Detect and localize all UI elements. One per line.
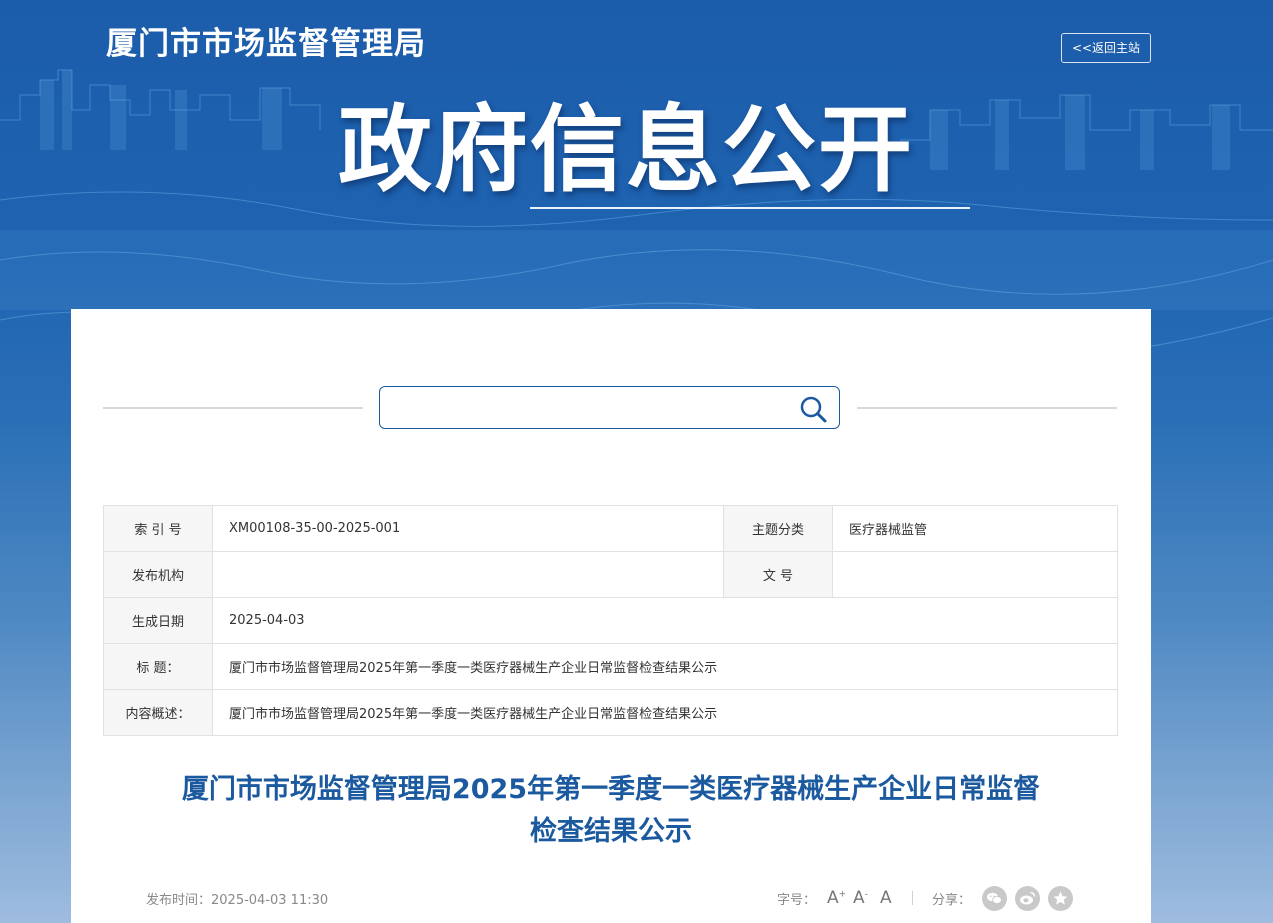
banner-underline bbox=[530, 207, 970, 209]
font-size-increase-button[interactable]: A+ bbox=[827, 888, 846, 908]
favorite-icon[interactable] bbox=[1048, 886, 1073, 911]
generated-date-label: 生成日期 bbox=[103, 597, 213, 644]
article-title-line-2: 检查结果公示 bbox=[530, 816, 692, 847]
search-input[interactable] bbox=[390, 393, 794, 424]
banner-title: 政府信息公开 bbox=[338, 96, 915, 205]
weibo-icon[interactable] bbox=[1015, 886, 1040, 911]
title-value: 厦门市市场监督管理局2025年第一季度一类医疗器械生产企业日常监督检查结果公示 bbox=[212, 643, 1118, 690]
font-small-mark: - bbox=[864, 889, 868, 900]
font-size-default-button[interactable]: A bbox=[880, 888, 892, 908]
index-number-label: 索 引 号 bbox=[103, 505, 213, 552]
generated-date-value: 2025-04-03 bbox=[212, 597, 1118, 644]
article-title-line-1: 厦门市市场监督管理局2025年第一季度一类医疗器械生产企业日常监督 bbox=[181, 774, 1041, 805]
summary-label: 内容概述： bbox=[103, 689, 213, 736]
index-number-value: XM00108-35-00-2025-001 bbox=[212, 505, 724, 552]
topic-category-label: 主题分类 bbox=[723, 505, 833, 552]
table-row: 内容概述： 厦门市市场监督管理局2025年第一季度一类医疗器械生产企业日常监督检… bbox=[103, 689, 1118, 736]
table-row: 生成日期 2025-04-03 bbox=[103, 597, 1118, 644]
document-number-label: 文 号 bbox=[723, 551, 833, 598]
article-title: 厦门市市场监督管理局2025年第一季度一类医疗器械生产企业日常监督 检查结果公示 bbox=[141, 769, 1081, 853]
font-small-glyph: A bbox=[853, 888, 865, 908]
table-row: 标 题： 厦门市市场监督管理局2025年第一季度一类医疗器械生产企业日常监督检查… bbox=[103, 643, 1118, 690]
search-box bbox=[379, 386, 840, 429]
search-icon[interactable] bbox=[798, 394, 828, 424]
title-label: 标 题： bbox=[103, 643, 213, 690]
font-size-label: 字号： bbox=[777, 893, 817, 908]
table-row: 索 引 号 XM00108-35-00-2025-001 主题分类 医疗器械监管 bbox=[103, 505, 1118, 552]
info-metadata-table: 索 引 号 XM00108-35-00-2025-001 主题分类 医疗器械监管… bbox=[103, 505, 1118, 736]
publish-time: 发布时间：2025-04-03 11:30 bbox=[146, 893, 329, 908]
font-size-decrease-button[interactable]: A- bbox=[853, 888, 868, 908]
summary-value: 厦门市市场监督管理局2025年第一季度一类医疗器械生产企业日常监督检查结果公示 bbox=[212, 689, 1118, 736]
font-large-mark: + bbox=[838, 889, 847, 900]
share-label: 分享： bbox=[932, 893, 972, 908]
topic-category-value: 医疗器械监管 bbox=[832, 505, 1118, 552]
content-card: 索 引 号 XM00108-35-00-2025-001 主题分类 医疗器械监管… bbox=[71, 309, 1151, 923]
wechat-icon[interactable] bbox=[982, 886, 1007, 911]
back-to-main-site-button[interactable]: <<返回主站 bbox=[1061, 33, 1151, 63]
document-number-value bbox=[832, 551, 1118, 598]
publisher-value bbox=[212, 551, 724, 598]
publisher-label: 发布机构 bbox=[103, 551, 213, 598]
site-title: 厦门市市场监督管理局 bbox=[106, 26, 426, 62]
tools-separator bbox=[912, 891, 913, 905]
search-divider-right bbox=[857, 407, 1117, 409]
search-divider-left bbox=[103, 407, 363, 409]
font-large-glyph: A bbox=[827, 888, 839, 908]
table-row: 发布机构 文 号 bbox=[103, 551, 1118, 598]
